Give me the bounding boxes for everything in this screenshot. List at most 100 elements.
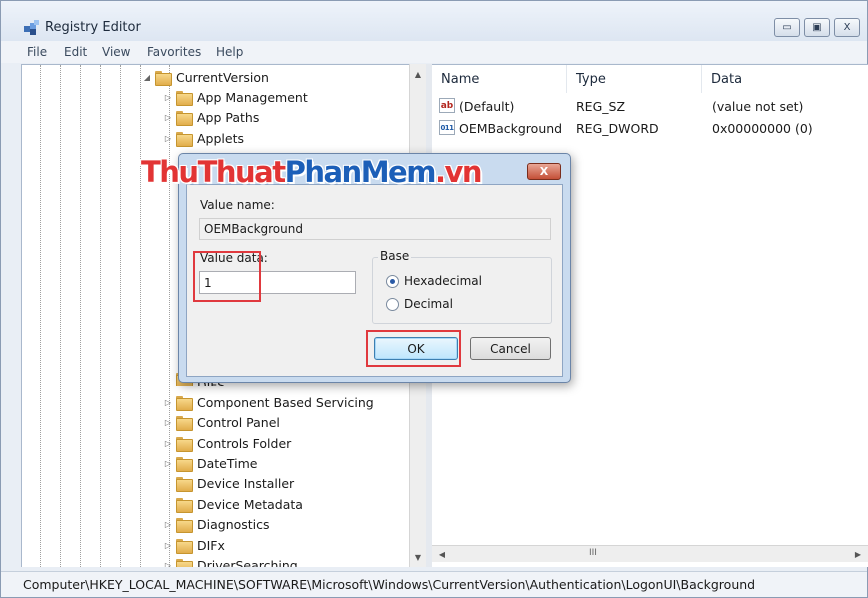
- value-name-cell: OEMBackground: [459, 121, 563, 136]
- tree-item-label: DriverSearching: [197, 557, 298, 568]
- tree-item[interactable]: ▷ Applets: [161, 128, 244, 148]
- close-button[interactable]: X: [834, 18, 860, 37]
- table-row[interactable]: 011 OEMBackground REG_DWORD 0x00000000 (…: [432, 118, 868, 138]
- table-row[interactable]: ab (Default) REG_SZ (value not set): [432, 96, 868, 116]
- menu-help[interactable]: Help: [216, 45, 243, 59]
- radio-unchecked-icon[interactable]: [386, 297, 399, 311]
- tree-guide-line: [80, 65, 81, 567]
- tree-item[interactable]: Device Metadata: [161, 494, 303, 514]
- tree-item[interactable]: ▷ DIFx: [161, 535, 225, 555]
- tree-item-label: App Management: [197, 89, 308, 105]
- expand-arrow-icon[interactable]: ▷: [161, 395, 175, 409]
- value-name-field: OEMBackground: [199, 218, 551, 240]
- radio-label: Decimal: [404, 297, 453, 311]
- menu-view[interactable]: View: [102, 45, 130, 59]
- base-groupbox: [372, 257, 552, 324]
- tree-guide-line: [60, 65, 61, 567]
- expand-arrow-icon[interactable]: ▷: [161, 517, 175, 531]
- scroll-right-arrow-icon[interactable]: ▶: [850, 546, 866, 562]
- scroll-up-arrow-icon[interactable]: ▲: [410, 66, 426, 82]
- list-horizontal-scrollbar[interactable]: ◀ III ▶: [432, 545, 868, 562]
- folder-icon: [175, 517, 193, 533]
- menu-edit[interactable]: Edit: [64, 45, 87, 59]
- watermark-logo: ThuThuatPhanMem.vn: [141, 155, 483, 189]
- expand-arrow-icon[interactable]: ▷: [161, 90, 175, 104]
- folder-open-icon: [154, 70, 172, 86]
- tree-item[interactable]: ▷ App Paths: [161, 107, 259, 127]
- radio-label: Hexadecimal: [404, 274, 482, 288]
- tree-item-label: Applets: [197, 130, 244, 146]
- scroll-thumb-grip[interactable]: III: [589, 548, 597, 558]
- watermark-part: ThuThuat: [141, 155, 286, 189]
- tree-item[interactable]: ▷ DateTime: [161, 453, 257, 473]
- maximize-button[interactable]: ▣: [804, 18, 830, 37]
- status-bar: Computer\HKEY_LOCAL_MACHINE\SOFTWARE\Mic…: [1, 571, 867, 597]
- minimize-button[interactable]: ▭: [774, 18, 800, 37]
- base-label: Base: [378, 249, 412, 263]
- expand-arrow-icon[interactable]: ▷: [161, 456, 175, 470]
- expand-arrow-icon[interactable]: ▷: [161, 131, 175, 145]
- value-type-cell: REG_DWORD: [576, 121, 659, 136]
- folder-icon: [175, 476, 193, 492]
- tree-guide-line: [100, 65, 101, 567]
- radio-decimal[interactable]: Decimal: [386, 297, 453, 311]
- status-path: Computer\HKEY_LOCAL_MACHINE\SOFTWARE\Mic…: [23, 577, 756, 592]
- column-header-type[interactable]: Type: [567, 65, 702, 93]
- tree-item-label: Component Based Servicing: [197, 394, 374, 410]
- menu-favorites[interactable]: Favorites: [147, 45, 201, 59]
- column-header-data[interactable]: Data: [702, 65, 868, 93]
- tree-item-label: DateTime: [197, 455, 258, 471]
- collapse-arrow-icon[interactable]: ◢: [140, 70, 154, 84]
- tree-guide-line: [40, 65, 41, 567]
- expand-arrow-icon[interactable]: ▷: [161, 558, 175, 568]
- watermark-part: PhanMem: [284, 155, 437, 189]
- tree-item[interactable]: ▷ DriverSearching: [161, 555, 298, 567]
- column-header-name[interactable]: Name: [432, 65, 567, 93]
- folder-icon: [175, 436, 193, 452]
- window-title: Registry Editor: [45, 20, 141, 35]
- expand-arrow-icon[interactable]: ▷: [161, 110, 175, 124]
- tree-item[interactable]: ▷ Control Panel: [161, 412, 280, 432]
- tree-guide-line: [120, 65, 121, 567]
- watermark-part: .vn: [434, 155, 483, 189]
- radio-hexadecimal[interactable]: Hexadecimal: [386, 274, 482, 288]
- folder-icon: [175, 558, 193, 567]
- cancel-button[interactable]: Cancel: [470, 337, 551, 360]
- folder-icon: [175, 395, 193, 411]
- value-name-label: Value name:: [200, 198, 275, 212]
- menu-file[interactable]: File: [27, 45, 47, 59]
- value-type-cell: REG_SZ: [576, 99, 626, 114]
- radio-checked-icon[interactable]: [386, 274, 399, 288]
- window-controls: ▭ ▣ X: [774, 18, 860, 37]
- tree-item-label: Control Panel: [197, 414, 280, 430]
- tree-item-label: Controls Folder: [197, 435, 292, 451]
- expand-arrow-icon[interactable]: ▷: [161, 415, 175, 429]
- title-bar: Registry Editor ▭ ▣ X: [1, 1, 867, 41]
- folder-icon: [175, 90, 193, 106]
- value-data-highlight-box: [193, 251, 261, 302]
- tree-item[interactable]: ▷ App Management: [161, 87, 308, 107]
- tree-item-label: App Paths: [197, 109, 260, 125]
- value-data-cell: 0x00000000 (0): [712, 121, 813, 136]
- tree-guide-line: [140, 65, 141, 567]
- dialog-close-button[interactable]: X: [527, 163, 561, 180]
- tree-item[interactable]: ▷ Controls Folder: [161, 433, 291, 453]
- value-data-cell: (value not set): [712, 99, 804, 114]
- tree-item[interactable]: Device Installer: [161, 473, 294, 493]
- tree-item[interactable]: ▷ Diagnostics: [161, 514, 270, 534]
- tree-item-label: CurrentVersion: [176, 69, 269, 85]
- binary-value-icon: 011: [439, 120, 455, 135]
- expand-arrow-icon[interactable]: ▷: [161, 538, 175, 552]
- expand-arrow-icon[interactable]: ▷: [161, 436, 175, 450]
- folder-icon: [175, 456, 193, 472]
- scroll-left-arrow-icon[interactable]: ◀: [434, 546, 450, 562]
- scroll-down-arrow-icon[interactable]: ▼: [410, 549, 426, 565]
- folder-icon: [175, 497, 193, 513]
- tree-item-currentversion[interactable]: ◢ CurrentVersion: [140, 67, 269, 87]
- registry-editor-app-icon: [24, 20, 39, 35]
- tree-item-label: DIFx: [197, 537, 225, 553]
- tree-item[interactable]: ▷ Component Based Servicing: [161, 392, 374, 412]
- tree-item-label: Diagnostics: [197, 516, 270, 532]
- folder-icon: [175, 415, 193, 431]
- folder-icon: [175, 110, 193, 126]
